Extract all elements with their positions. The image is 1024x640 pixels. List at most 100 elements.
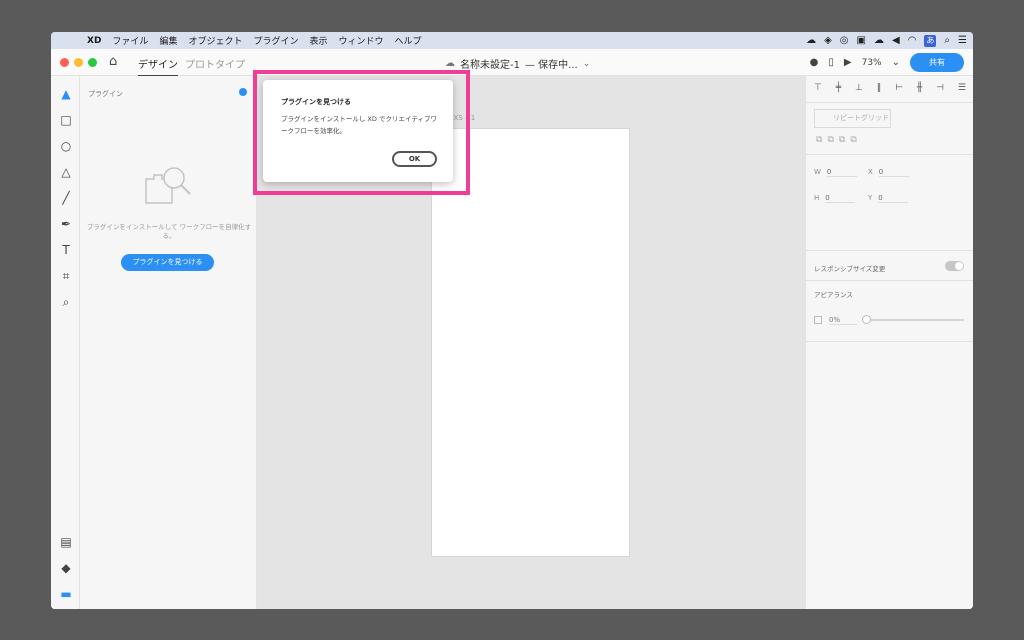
align-bottom-icon[interactable]: ⊥ [855,83,863,93]
menu-help[interactable]: ヘルプ [395,34,422,47]
share-button[interactable]: 共有 [910,53,964,72]
align-left-icon[interactable]: ⊢ [895,83,903,93]
y-label: Y [868,194,873,202]
distribute-vertical-icon[interactable]: ‖ [877,83,882,93]
polygon-tool-icon[interactable]: △ [59,165,73,179]
responsive-resize-toggle[interactable] [945,261,964,271]
control-center-icon[interactable]: ☰ [958,32,967,49]
highlight-box [253,70,470,195]
select-tool-icon[interactable]: ▲ [59,87,73,101]
menu-app[interactable]: XD [87,36,101,46]
menu-view[interactable]: 表示 [309,34,327,47]
tool-bar: ▲ □ ○ △ ╱ ✒ T ⌗ ⌕ ▤ ◆ ▬ [51,76,80,609]
height-label: H [814,194,820,202]
x-field[interactable]: X0 [868,168,909,177]
divider [806,280,973,281]
menu-edit[interactable]: 編集 [159,34,177,47]
divider [806,341,973,342]
status-tray: ☁ ◈ ◎ ▣ ☁ ◀ ◠ あ ⌕ ☰ [806,32,967,49]
menu-file[interactable]: ファイル [112,34,148,47]
tab-prototype[interactable]: プロトタイプ [185,56,245,71]
app-titlebar: ⌂ デザイン プロトタイプ ☁ 名称未設定-1 — 保存中... ⌄ ● ▯ ▶… [51,49,973,77]
document-name: 名称未設定-1 [460,60,520,71]
boolean-add-icon[interactable]: ⧉ [816,135,822,145]
close-icon[interactable] [60,58,69,67]
x-label: X [868,168,873,176]
app-badge-icon[interactable]: ▣ [857,32,866,49]
pen-tool-icon[interactable]: ✒ [59,217,73,231]
repeat-grid-button[interactable]: リピートグリッド [814,109,891,128]
ellipse-tool-icon[interactable]: ○ [59,139,73,153]
y-field[interactable]: Y0 [868,194,909,203]
dropbox-icon[interactable]: ◈ [824,32,832,49]
xd-window: XD ファイル 編集 オブジェクト プラグイン 表示 ウィンドウ ヘルプ ☁ ◈… [51,32,973,609]
align-right-icon[interactable]: ⊣ [936,83,944,93]
home-icon[interactable]: ⌂ [109,54,117,69]
play-icon[interactable]: ▶ [844,57,852,68]
opacity-icon [814,316,822,324]
appearance-header: アピアランス [814,291,853,299]
align-toolbar: ⊤ ╪ ⊥ ‖ ⊢ ╫ ⊣ ☰ [814,83,966,93]
wifi-icon[interactable]: ◠ [908,32,917,49]
plugins-panel: プラグイン プラグインをインストールして ワークフローを自律化する。 プラグイン… [80,76,257,609]
cloud-upload-icon[interactable]: ☁ [874,32,884,49]
zoom-chevron-icon[interactable]: ⌄ [892,57,900,68]
device-preview-icon[interactable]: ▯ [828,57,834,68]
apple-icon[interactable] [65,35,79,47]
creative-cloud-icon[interactable]: ◎ [840,32,849,49]
chevron-down-icon: ⌄ [582,58,591,69]
menu-bar: XD ファイル 編集 オブジェクト プラグイン 表示 ウィンドウ ヘルプ ☁ ◈… [51,32,973,49]
line-tool-icon[interactable]: ╱ [59,191,73,205]
height-value[interactable]: 0 [825,194,856,203]
menu-plugins[interactable]: プラグイン [253,34,298,47]
minimize-icon[interactable] [74,58,83,67]
divider [806,154,973,155]
titlebar-right: ● ▯ ▶ 73% ⌄ 共有 [810,53,964,72]
opacity-slider-knob[interactable] [862,315,871,324]
zoom-level[interactable]: 73% [862,58,882,68]
window-controls [60,58,97,67]
rectangle-tool-icon[interactable]: □ [59,113,73,127]
align-middle-icon[interactable]: ╪ [836,83,841,93]
divider [806,102,973,103]
boolean-subtract-icon[interactable]: ⧉ [827,135,833,145]
boolean-intersect-icon[interactable]: ⧉ [839,135,845,145]
find-plugins-button[interactable]: プラグインを見つける [121,254,214,271]
y-value[interactable]: 0 [878,194,909,203]
plugins-description: プラグインをインストールして ワークフローを自律化する。 [86,223,252,240]
tab-design[interactable]: デザイン [138,56,178,77]
align-top-icon[interactable]: ⊤ [814,83,822,93]
text-tool-icon[interactable]: T [59,243,73,257]
width-value[interactable]: 0 [826,168,857,177]
menu-window[interactable]: ウィンドウ [339,34,384,47]
distribute-horizontal-icon[interactable]: ☰ [958,83,966,93]
save-status: — 保存中... [524,60,578,71]
width-field[interactable]: W0 [814,168,857,177]
plugins-header: プラグイン [88,90,123,98]
width-label: W [814,168,821,176]
align-center-icon[interactable]: ╫ [917,83,922,93]
boolean-ops: ⧉ ⧉ ⧉ ⧉ [816,135,857,145]
info-icon[interactable] [239,88,247,96]
height-field[interactable]: H0 [814,194,856,203]
zoom-tool-icon[interactable]: ⌕ [59,295,73,309]
boolean-exclude-icon[interactable]: ⧉ [850,135,856,145]
plugins-icon[interactable]: ▬ [59,587,73,601]
responsive-resize-label: レスポンシブサイズ変更 [814,265,886,273]
opacity-slider[interactable] [864,319,964,321]
assets-icon[interactable]: ▤ [59,535,73,549]
zoom-icon[interactable] [88,58,97,67]
cloud-icon: ☁ [445,58,455,69]
property-inspector: ⊤ ╪ ⊥ ‖ ⊢ ╫ ⊣ ☰ リピートグリッド ⧉ ⧉ ⧉ ⧉ W0 X0 H… [805,76,973,609]
document-title[interactable]: ☁ 名称未設定-1 — 保存中... ⌄ [445,56,590,71]
ime-icon[interactable]: あ [924,34,937,47]
x-value[interactable]: 0 [878,168,909,177]
user-icon[interactable]: ● [810,57,819,68]
artboard-tool-icon[interactable]: ⌗ [59,269,73,283]
search-icon[interactable]: ⌕ [944,32,950,49]
menu-object[interactable]: オブジェクト [188,34,242,47]
layers-icon[interactable]: ◆ [59,561,73,575]
cloud-check-icon[interactable]: ☁ [806,32,816,49]
opacity-value[interactable]: 0% [829,316,857,325]
volume-icon[interactable]: ◀ [892,32,900,49]
